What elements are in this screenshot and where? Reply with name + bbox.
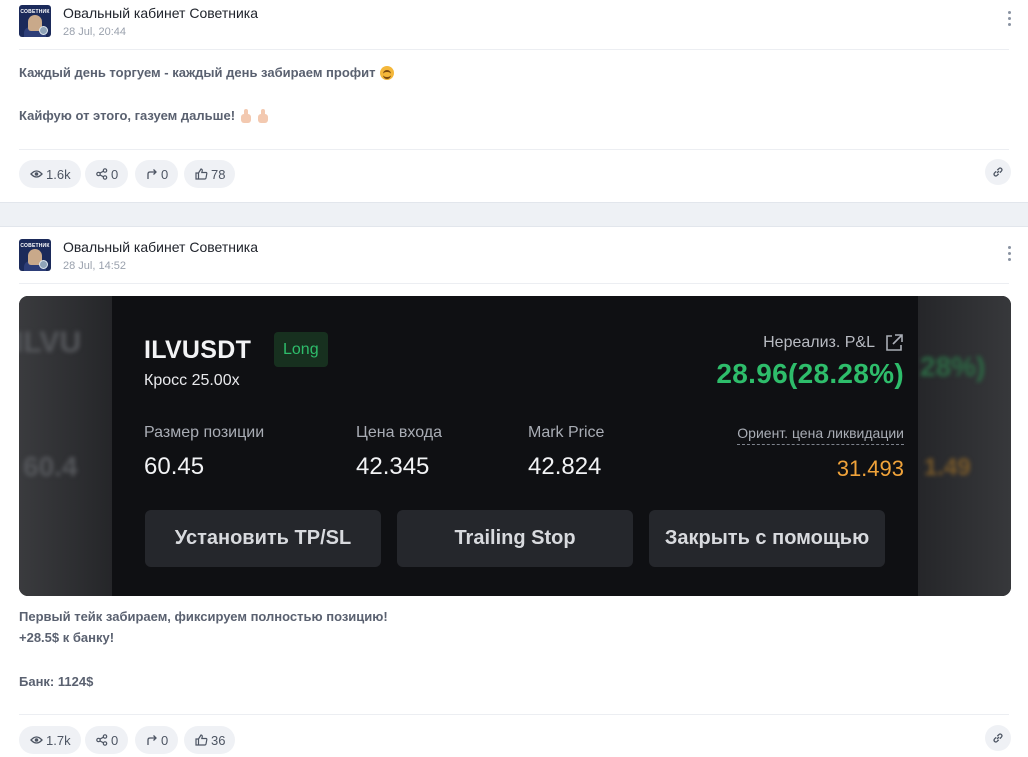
link-icon [993,733,1003,743]
liquidation-price-value: 31.493 [836,456,904,481]
post-text-line: Каждый день торгуем - каждый день забира… [19,65,394,81]
share-button[interactable]: 0 [85,726,129,754]
pnl-label: Нереализ. P&L [763,334,875,351]
blurred-edge-right: 28%) 1.49 [918,296,1011,596]
like-button[interactable]: 78 [184,160,236,188]
thumbs-up-emoji-icon [257,108,269,123]
likes-count: 78 [211,166,226,182]
divider [19,49,1009,50]
share-button[interactable]: 0 [85,160,129,188]
views-counter[interactable]: 1.7k [19,726,81,754]
blurred-liq: 1.49 [924,454,971,481]
mark-price-label: Mark Price [528,424,605,441]
share-icon [96,734,108,746]
more-vertical-icon[interactable] [1002,11,1016,29]
external-link-icon[interactable] [884,333,904,353]
link-icon [993,167,1003,177]
post-text-line: Банк: 1124$ [19,674,94,689]
forwards-count: 0 [161,166,169,182]
forward-icon [147,735,157,745]
close-with-button[interactable]: Закрыть с помощью [649,510,885,567]
feed-separator [0,202,1028,227]
blurred-symbol: ILVU [19,326,82,359]
blurred-pnl: 28%) [920,351,986,382]
side-badge: Long [274,332,328,367]
divider [19,714,1009,715]
channel-avatar[interactable]: СОВЕТНИК [19,5,51,37]
post-card: СОВЕТНИК Овальный кабинет Советника 28 J… [0,227,1028,757]
thumbs-up-icon [195,734,208,746]
shares-count: 0 [111,166,119,182]
channel-name[interactable]: Овальный кабинет Советника [63,239,258,255]
position-panel: ILVUSDT Long Кросс 25.00x Нереализ. P&L … [112,296,918,596]
divider [19,149,1009,150]
post-date: 28 Jul, 20:44 [63,26,126,38]
symbol-title: ILVUSDT [144,336,252,364]
channel-name[interactable]: Овальный кабинет Советника [63,5,258,21]
pnl-value: 28.96(28.28%) [716,358,904,389]
like-button[interactable]: 36 [184,726,236,754]
thumbs-up-icon [195,168,208,180]
post-card: СОВЕТНИК Овальный кабинет Советника 28 J… [0,0,1028,202]
entry-price-value: 42.345 [356,453,430,480]
views-count: 1.7k [46,732,71,748]
post-text-line: +28.5$ к банку! [19,630,115,645]
avatar-coin [39,260,48,269]
channel-avatar[interactable]: СОВЕТНИК [19,239,51,271]
share-icon [96,168,108,180]
eye-icon [30,170,43,178]
position-size-value: 60.45 [144,453,205,480]
forwards-count: 0 [161,732,169,748]
copy-link-button[interactable] [985,725,1011,751]
likes-count: 36 [211,732,226,748]
mark-price-value: 42.824 [528,453,602,480]
set-tp-sl-button[interactable]: Установить TP/SL [145,510,381,567]
position-size-label: Размер позиции [144,424,265,441]
post-text-line: Первый тейк забираем, фиксируем полность… [19,609,388,624]
shares-count: 0 [111,732,119,748]
avatar-coin [39,26,48,35]
post-text-line: Кайфую от этого, газуем дальше! [19,108,269,124]
margin-mode: Кросс 25.00x [144,372,240,389]
blurred-edge-left: ILVU 60.4 [19,296,112,596]
post-date: 28 Jul, 14:52 [63,260,126,272]
liquidation-price-label: Ориент. цена ликвидации [737,425,904,445]
views-count: 1.6k [46,166,71,182]
views-counter[interactable]: 1.6k [19,160,81,188]
trailing-stop-button[interactable]: Trailing Stop [397,510,633,567]
divider [19,283,1009,284]
forward-button[interactable]: 0 [135,726,179,754]
smile-emoji-icon [379,65,394,80]
copy-link-button[interactable] [985,159,1011,185]
entry-price-label: Цена входа [356,424,443,441]
thumbs-up-emoji-icon [240,108,252,123]
blurred-value: 60.4 [23,451,78,482]
position-screenshot[interactable]: ILVU 60.4 28%) 1.49 ILVUSDT Long Кросс 2… [19,296,1011,596]
forward-button[interactable]: 0 [135,160,179,188]
more-vertical-icon[interactable] [1002,246,1016,264]
forward-icon [147,169,157,179]
eye-icon [30,736,43,744]
